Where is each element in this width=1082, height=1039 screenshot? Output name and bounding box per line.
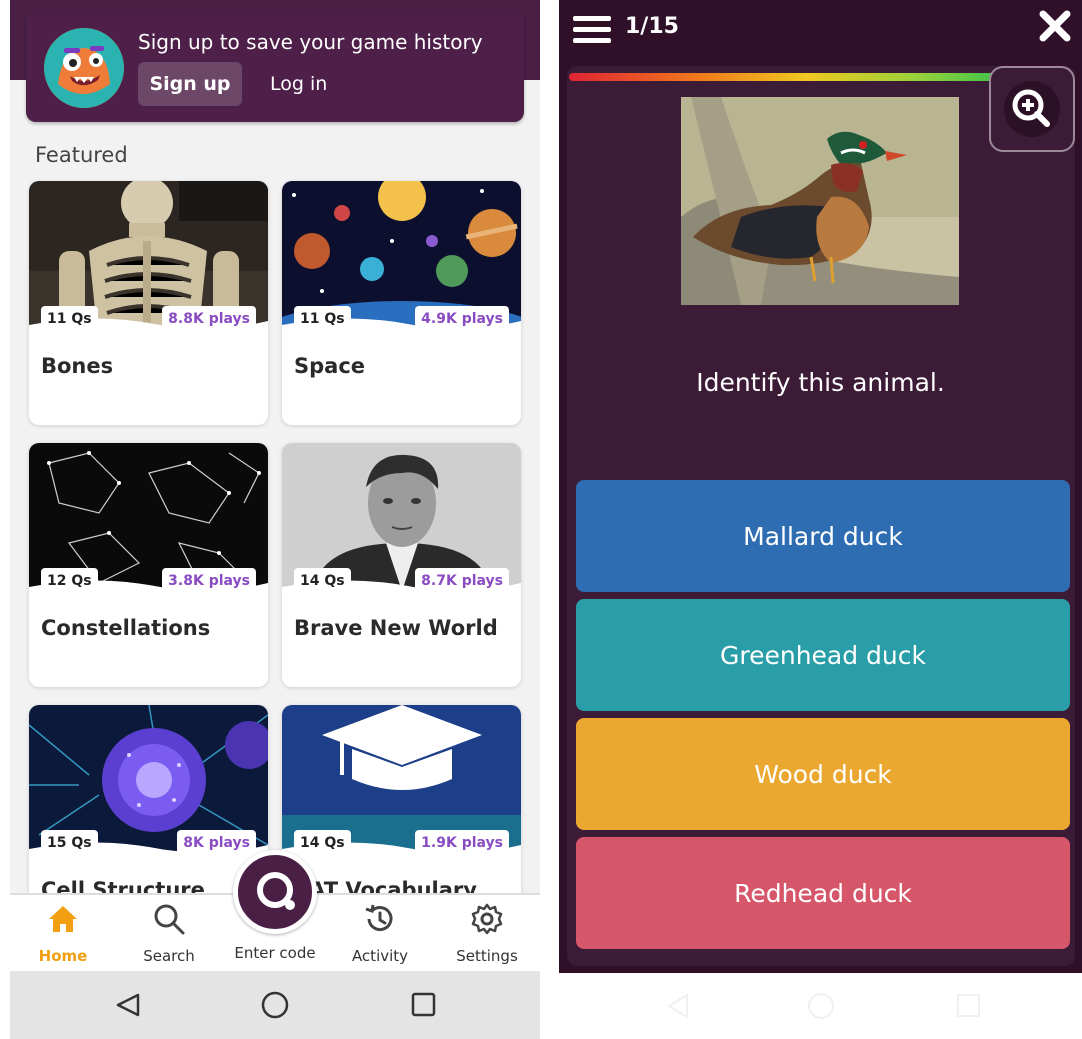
home-circle-icon (808, 993, 834, 1019)
nav-activity[interactable]: Activity (335, 895, 425, 973)
question-text: Identify this animal. (696, 368, 945, 397)
close-icon[interactable] (1039, 10, 1071, 42)
duck-image (681, 97, 959, 305)
answer-option-3[interactable]: Wood duck (576, 718, 1070, 830)
nav-home[interactable]: Home (18, 895, 108, 973)
section-title-featured: Featured (35, 143, 128, 167)
question-count-badge: 11 Qs (294, 306, 351, 332)
plays-badge: 8.7K plays (415, 568, 509, 594)
banner-message: Sign up to save your game history (138, 30, 483, 54)
home-icon (49, 906, 77, 932)
system-nav-bar (559, 973, 1082, 1039)
history-icon (365, 904, 393, 932)
quiz-screen: 1/15 Identify this animal. Mallard duck … (559, 0, 1082, 1039)
enter-code-button[interactable] (233, 850, 317, 934)
home-screen: Sign up to save your game history Sign u… (10, 0, 540, 1039)
signup-button[interactable]: Sign up (138, 62, 242, 106)
recents-icon (957, 994, 980, 1017)
system-nav-bar (10, 971, 540, 1039)
plays-badge: 4.9K plays (415, 306, 509, 332)
progress-bar (569, 73, 1001, 81)
zoom-in-icon (1004, 81, 1060, 137)
search-icon (154, 904, 185, 935)
nav-settings[interactable]: Settings (442, 895, 532, 973)
nav-search[interactable]: Search (124, 895, 214, 973)
login-link[interactable]: Log in (270, 73, 327, 95)
plays-badge: 3.8K plays (162, 568, 256, 594)
question-count-badge: 12 Qs (41, 568, 98, 594)
back-icon (116, 993, 140, 1017)
plays-badge: 8K plays (177, 830, 256, 856)
card-title: Bones (41, 354, 114, 378)
quiz-card-bones[interactable]: 11 Qs 8.8K plays Bones (29, 181, 268, 425)
zoom-button[interactable] (989, 66, 1075, 152)
enter-code-label: Enter code (234, 944, 316, 962)
monster-avatar-icon (44, 28, 124, 108)
plays-badge: 1.9K plays (415, 830, 509, 856)
answer-option-2[interactable]: Greenhead duck (576, 599, 1070, 711)
menu-icon[interactable] (573, 14, 611, 44)
quiz-card-brave-new-world[interactable]: 14 Qs 8.7K plays Brave New World (282, 443, 521, 687)
question-count-badge: 14 Qs (294, 568, 351, 594)
question-count-badge: 15 Qs (41, 830, 98, 856)
card-title: Brave New World (294, 616, 498, 640)
card-title: Space (294, 354, 366, 378)
answer-option-4[interactable]: Redhead duck (576, 837, 1070, 949)
card-title: Constellations (41, 616, 211, 640)
question-count-badge: 14 Qs (294, 830, 351, 856)
question-counter: 1/15 (625, 14, 679, 39)
signup-banner: Sign up to save your game history Sign u… (26, 14, 524, 122)
quiz-card-space[interactable]: 11 Qs 4.9K plays Space (282, 181, 521, 425)
back-icon (667, 993, 688, 1019)
answer-option-1[interactable]: Mallard duck (576, 480, 1070, 592)
question-count-badge: 11 Qs (41, 306, 98, 332)
quiz-card-constellations[interactable]: 12 Qs 3.8K plays Constellations (29, 443, 268, 687)
plays-badge: 8.8K plays (162, 306, 256, 332)
home-circle-icon (261, 991, 289, 1019)
gear-icon (471, 903, 503, 935)
quizizz-logo-icon (257, 872, 295, 910)
recents-icon (411, 992, 436, 1017)
